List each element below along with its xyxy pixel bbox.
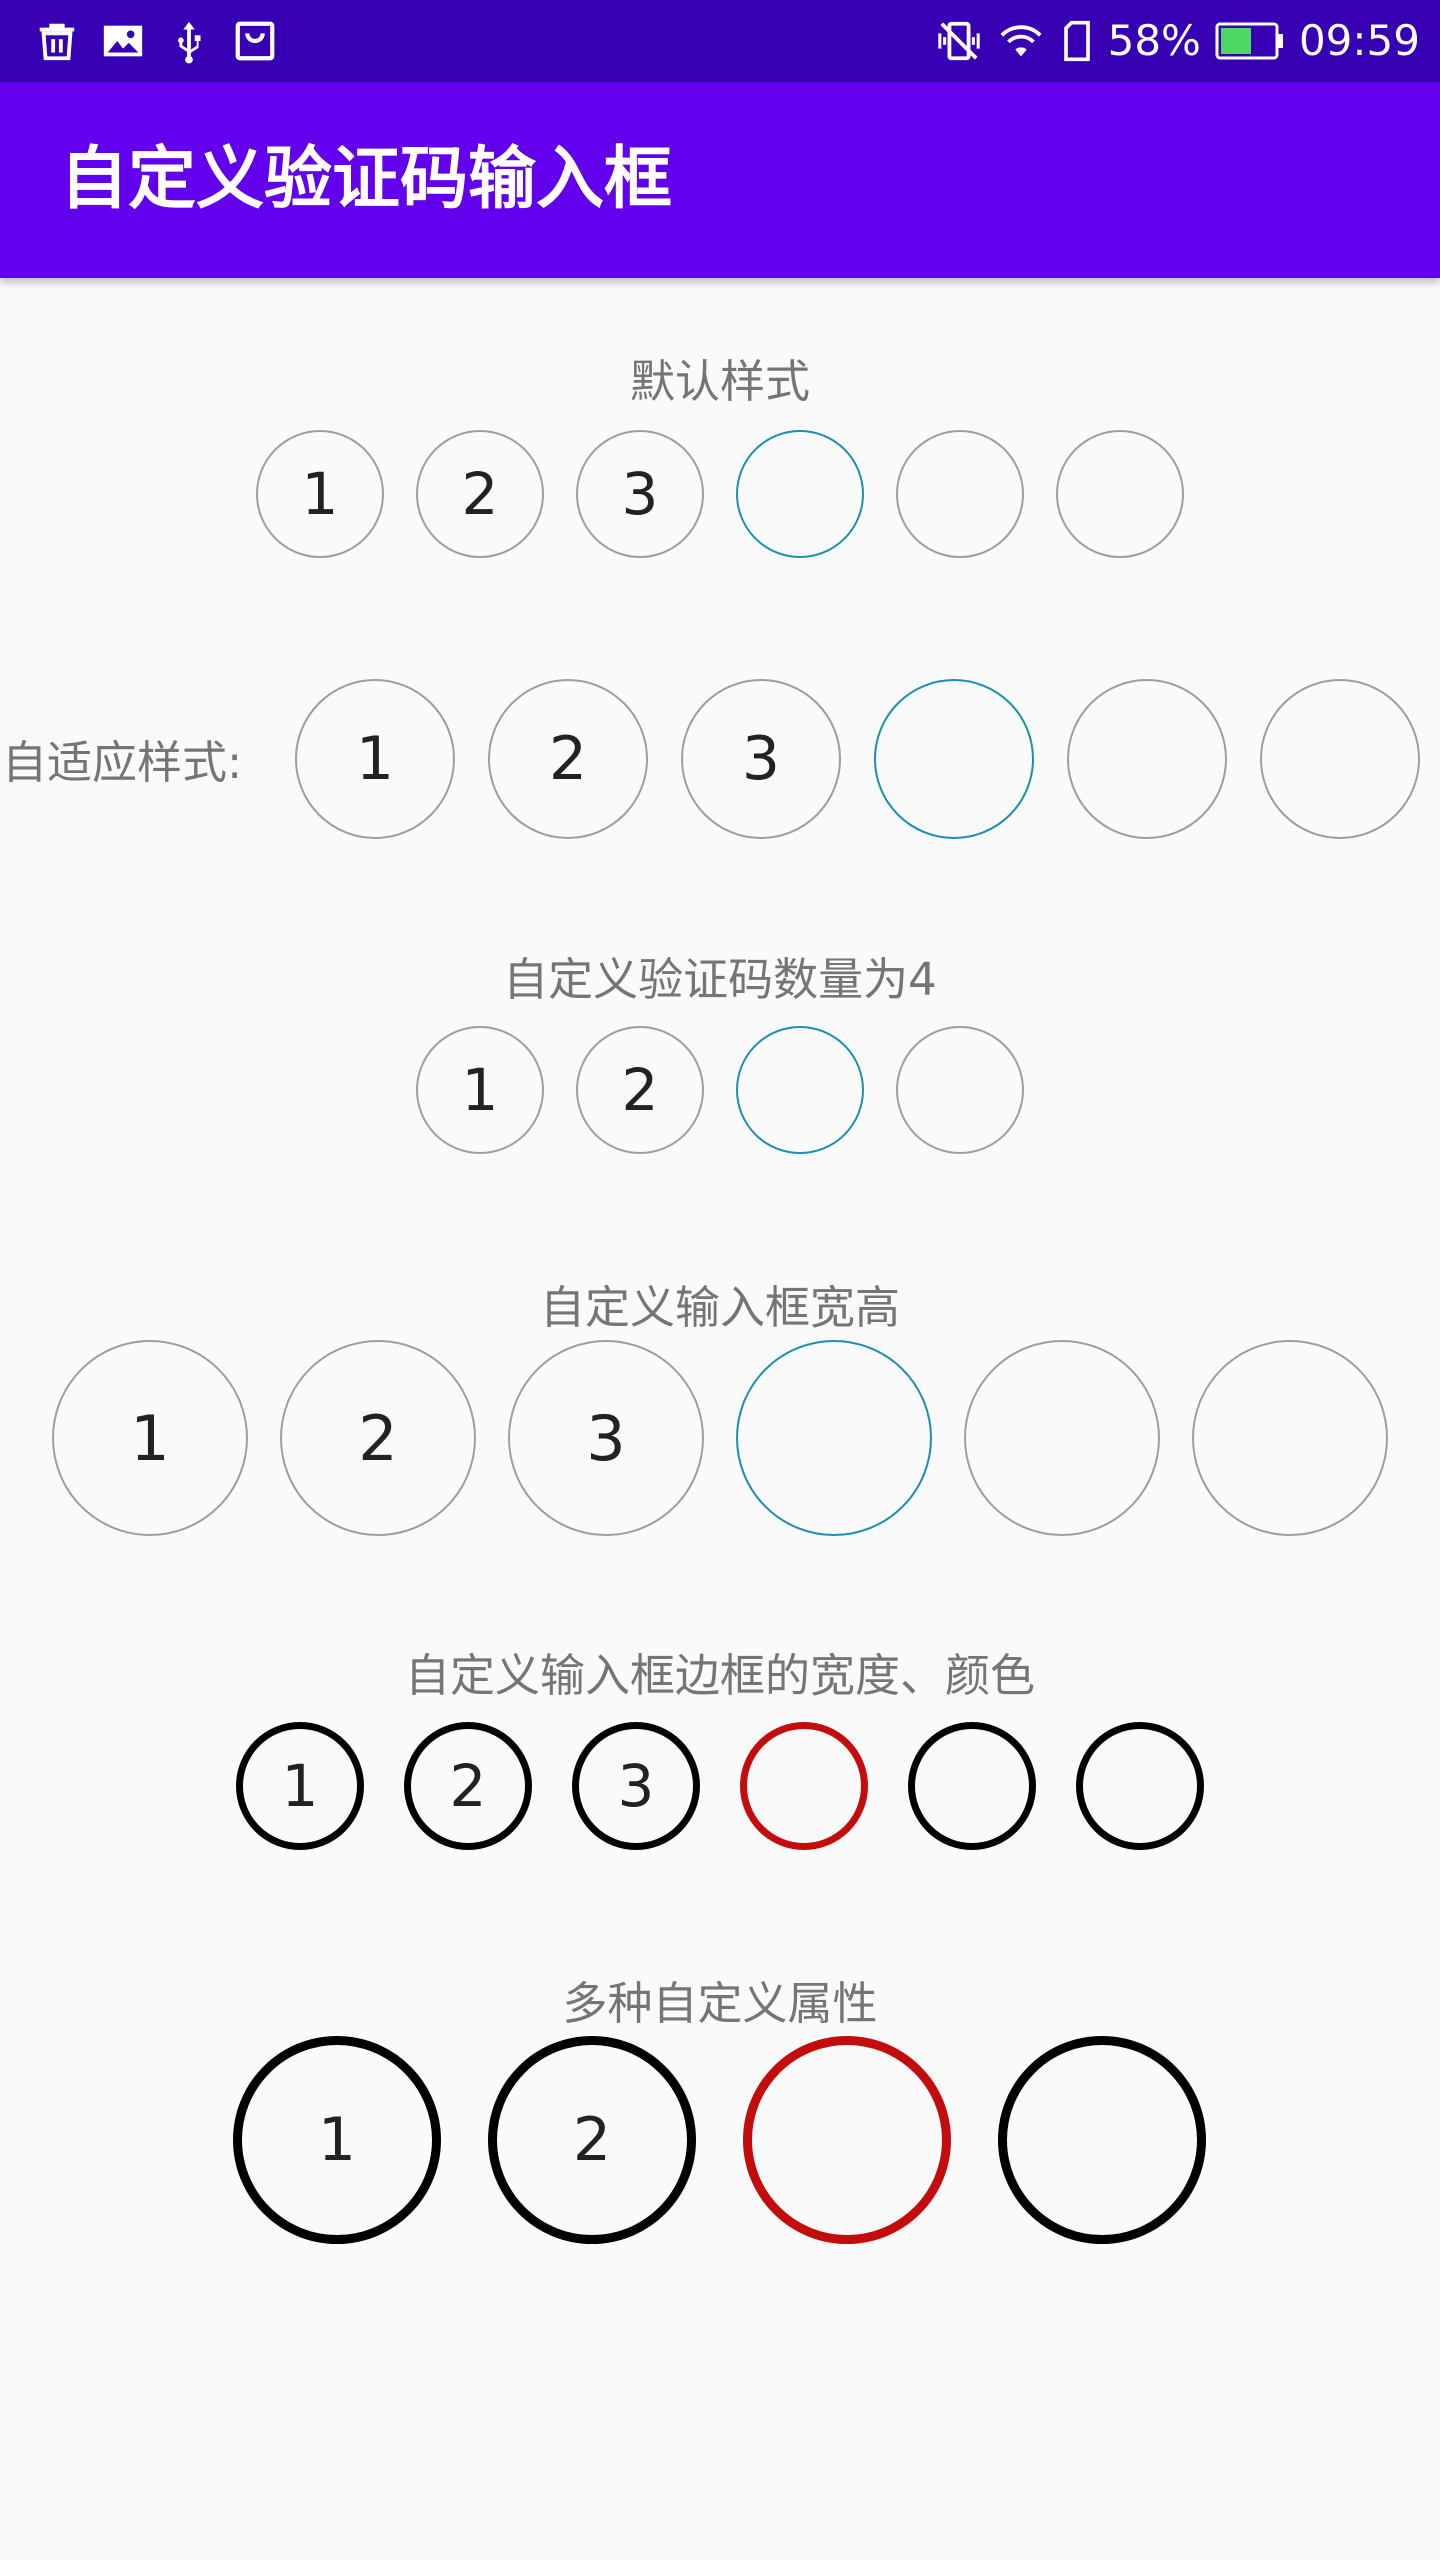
code-box[interactable]: 1 xyxy=(256,430,384,558)
default-style-label: 默认样式 xyxy=(629,355,810,408)
status-notification-icons xyxy=(34,16,278,66)
app-title: 自定义验证码输入框 xyxy=(60,140,673,219)
multi-custom-label: 多种自定义属性 xyxy=(562,1977,878,2030)
clock: 09:59 xyxy=(1298,16,1420,65)
wifi-icon xyxy=(1000,25,1042,57)
code-box[interactable] xyxy=(1056,430,1184,558)
code-box[interactable] xyxy=(1067,679,1227,839)
code-box[interactable] xyxy=(896,1026,1024,1154)
code-box-active[interactable] xyxy=(736,430,864,558)
code-box[interactable] xyxy=(1076,1722,1204,1850)
adaptive-style-code-input[interactable]: 123 xyxy=(295,679,1420,839)
code-box[interactable] xyxy=(1192,1340,1388,1536)
code-box[interactable]: 2 xyxy=(416,430,544,558)
sim-icon xyxy=(1063,20,1090,62)
status-bar: 58% 09:59 xyxy=(0,0,1440,82)
border-custom-label: 自定义输入框边框的宽度、颜色 xyxy=(404,1649,1035,1702)
app-bar: 自定义验证码输入框 xyxy=(0,82,1440,278)
code-box-active[interactable] xyxy=(740,1722,868,1850)
code-box[interactable]: 1 xyxy=(236,1722,364,1850)
size-custom-label: 自定义输入框宽高 xyxy=(539,1281,900,1334)
code-box[interactable]: 3 xyxy=(572,1722,700,1850)
status-system-icons: 58% 09:59 xyxy=(936,10,1420,72)
code-box[interactable] xyxy=(908,1722,1036,1850)
code-box[interactable]: 2 xyxy=(488,2036,696,2244)
border-custom-code-input[interactable]: 123 xyxy=(236,1722,1204,1850)
code-box[interactable]: 2 xyxy=(404,1722,532,1850)
code-box[interactable]: 1 xyxy=(52,1340,248,1536)
usb-icon xyxy=(177,21,201,64)
code-box[interactable]: 2 xyxy=(576,1026,704,1154)
trash-icon xyxy=(39,23,75,61)
code-box[interactable]: 3 xyxy=(576,430,704,558)
code-box-active[interactable] xyxy=(743,2036,951,2244)
default-style-code-input[interactable]: 123 xyxy=(256,430,1184,558)
code-box-active[interactable] xyxy=(736,1340,932,1536)
code-box[interactable]: 2 xyxy=(488,679,648,839)
multi-custom-code-input[interactable]: 12 xyxy=(233,2036,1206,2244)
code-box[interactable] xyxy=(1260,679,1420,839)
code-box[interactable]: 2 xyxy=(280,1340,476,1536)
code-box[interactable]: 3 xyxy=(681,679,841,839)
code-box[interactable]: 1 xyxy=(233,2036,441,2244)
shopping-bag-icon xyxy=(235,21,275,61)
battery-icon xyxy=(1215,22,1283,60)
code-box[interactable]: 1 xyxy=(416,1026,544,1154)
image-icon xyxy=(103,25,143,57)
code-box[interactable] xyxy=(964,1340,1160,1536)
code-box[interactable] xyxy=(896,430,1024,558)
count-four-label: 自定义验证码数量为4 xyxy=(503,953,937,1006)
adaptive-style-label: 自适应样式: xyxy=(2,736,243,789)
count-four-code-input[interactable]: 12 xyxy=(416,1026,1024,1154)
size-custom-code-input[interactable]: 123 xyxy=(52,1340,1388,1536)
code-box-active[interactable] xyxy=(874,679,1034,839)
code-box[interactable] xyxy=(998,2036,1206,2244)
code-box-active[interactable] xyxy=(736,1026,864,1154)
battery-percent: 58% xyxy=(1107,16,1201,65)
vibrate-icon xyxy=(937,21,980,61)
code-box[interactable]: 1 xyxy=(295,679,455,839)
code-box[interactable]: 3 xyxy=(508,1340,704,1536)
